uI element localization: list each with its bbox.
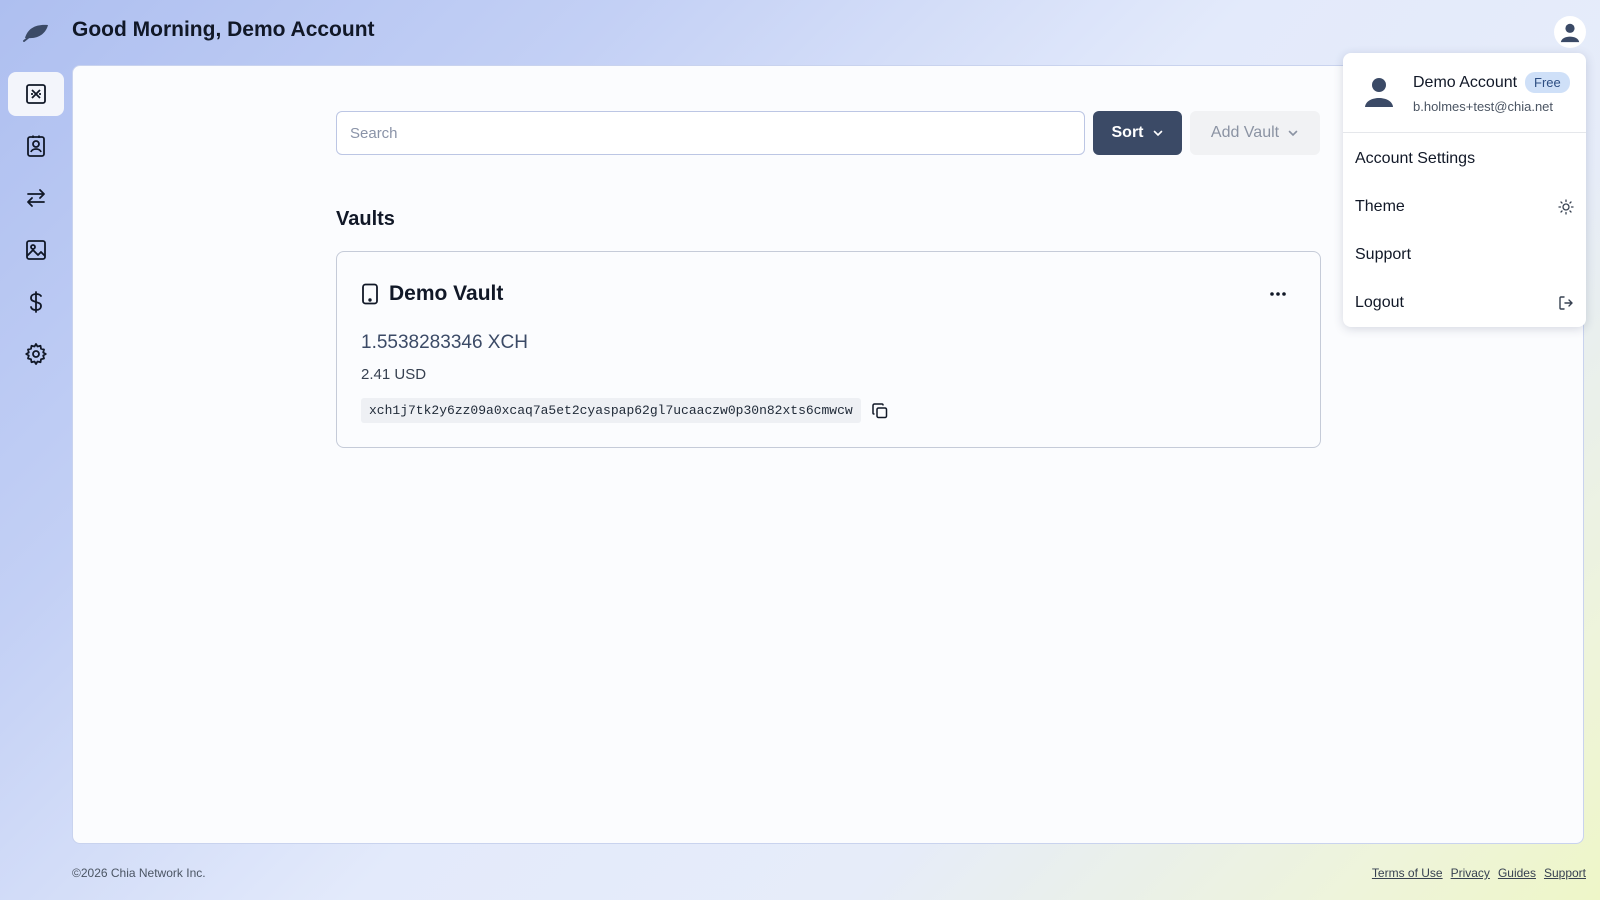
footer-link-privacy[interactable]: Privacy xyxy=(1451,866,1490,880)
sort-button[interactable]: Sort xyxy=(1093,111,1182,155)
contacts-icon xyxy=(27,135,45,157)
chevron-down-icon xyxy=(1288,130,1298,137)
account-name: Demo Account xyxy=(1413,74,1518,91)
dollar-icon xyxy=(30,291,42,313)
logout-icon xyxy=(1559,296,1573,310)
page-greeting: Good Morning, Demo Account xyxy=(72,18,375,41)
phone-icon xyxy=(362,283,378,305)
sidebar-item-billing[interactable] xyxy=(8,280,64,324)
vault-address: xch1j7tk2y6zz09a0xcaq7a5et2cyaspap62gl7u… xyxy=(361,398,861,423)
user-menu-button[interactable] xyxy=(1554,16,1586,48)
menu-item-account-settings[interactable]: Account Settings xyxy=(1343,135,1586,183)
account-email: b.holmes+test@chia.net xyxy=(1413,99,1554,114)
sidebar-item-nfts[interactable] xyxy=(8,228,64,272)
user-icon xyxy=(1365,78,1393,107)
user-icon xyxy=(1560,23,1580,43)
sidebar-item-settings[interactable] xyxy=(8,332,64,376)
copy-icon[interactable] xyxy=(871,402,889,420)
menu-item-theme[interactable]: Theme xyxy=(1343,183,1586,231)
footer-links: Terms of Use Privacy Guides Support xyxy=(1372,866,1586,880)
sidebar-item-wallet[interactable] xyxy=(8,72,64,116)
image-icon xyxy=(26,240,46,260)
menu-item-label: Support xyxy=(1355,246,1412,263)
add-vault-button-label: Add Vault xyxy=(1210,124,1280,141)
vault-balance-xch: 1.5538283346 XCH xyxy=(361,332,528,353)
menu-item-label: Theme xyxy=(1355,198,1405,215)
footer-link-support[interactable]: Support xyxy=(1544,866,1586,880)
sidebar-item-contacts[interactable] xyxy=(8,124,64,168)
transfer-arrows-icon xyxy=(27,189,45,207)
sun-icon xyxy=(1558,199,1574,215)
account-menu-header: Demo Account Free b.holmes+test@chia.net xyxy=(1343,53,1586,133)
menu-item-support[interactable]: Support xyxy=(1343,231,1586,279)
footer-link-guides[interactable]: Guides xyxy=(1498,866,1536,880)
vault-card[interactable]: Demo Vault 1.5538283346 XCH 2.41 USD xch… xyxy=(336,251,1321,448)
sidebar xyxy=(8,72,64,384)
sort-button-label: Sort xyxy=(1111,124,1144,141)
gear-icon xyxy=(25,343,47,365)
vault-balance-usd: 2.41 USD xyxy=(361,366,427,383)
vaults-heading: Vaults xyxy=(336,208,395,230)
account-menu: Demo Account Free b.holmes+test@chia.net… xyxy=(1343,53,1586,327)
chevron-down-icon xyxy=(1153,130,1162,137)
menu-item-label: Logout xyxy=(1355,294,1404,311)
footer-link-terms[interactable]: Terms of Use xyxy=(1372,866,1443,880)
plan-badge: Free xyxy=(1525,72,1570,93)
vault-more-button[interactable] xyxy=(1266,282,1290,306)
menu-item-logout[interactable]: Logout xyxy=(1343,279,1586,327)
search-input[interactable] xyxy=(336,111,1085,155)
ellipsis-icon xyxy=(1270,292,1286,296)
vault-name: Demo Vault xyxy=(389,282,504,305)
chia-logo-icon xyxy=(26,84,46,104)
copyright: ©2026 Chia Network Inc. xyxy=(72,866,206,880)
leaf-icon xyxy=(23,24,48,42)
sidebar-item-transfers[interactable] xyxy=(8,176,64,220)
add-vault-button[interactable]: Add Vault xyxy=(1190,111,1320,155)
menu-item-label: Account Settings xyxy=(1355,150,1476,167)
